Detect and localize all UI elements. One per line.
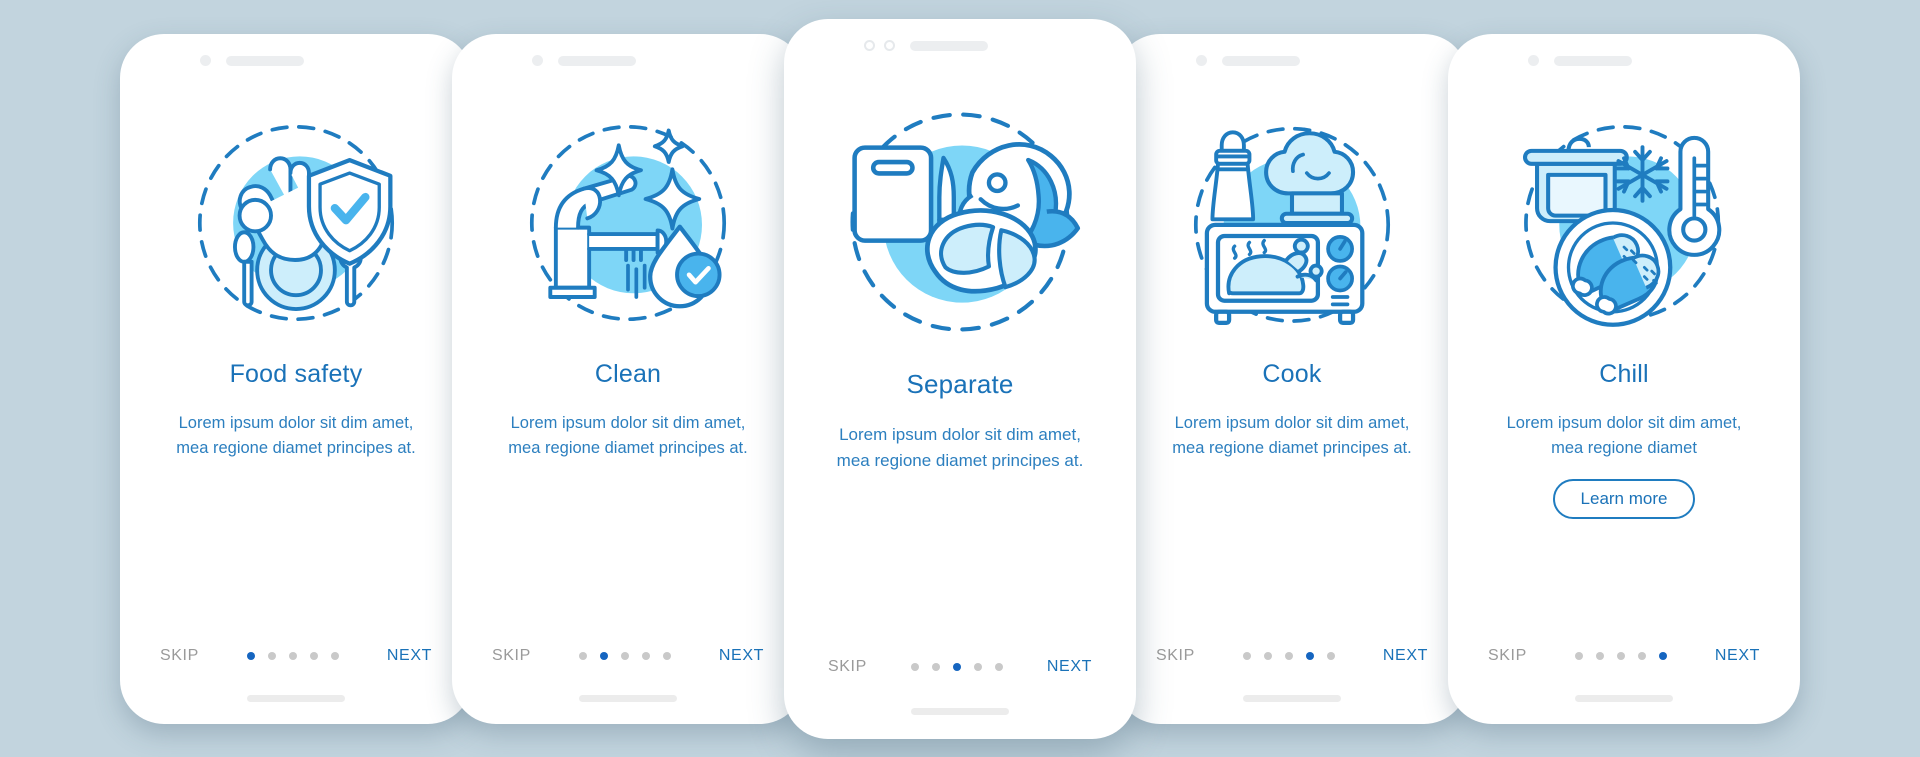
pot-snowflake-thermometer-chicken-icon <box>1523 124 1722 327</box>
sensor-icon <box>884 40 895 51</box>
card-title: Chill <box>1599 359 1649 388</box>
next-button[interactable]: NEXT <box>1383 647 1428 665</box>
card-description: Lorem ipsum dolor sit dim amet, mea regi… <box>1506 413 1742 457</box>
phone-status-notch <box>1116 34 1468 88</box>
page-dot-4[interactable] <box>641 651 650 660</box>
page-dot-4[interactable] <box>309 651 318 660</box>
onboarding-nav: SKIP NEXT <box>784 658 1136 676</box>
card-title: Separate <box>906 368 1014 399</box>
illustration-area <box>120 98 472 348</box>
page-dot-1[interactable] <box>1574 651 1583 660</box>
page-indicator-dots <box>1574 651 1667 660</box>
skip-button[interactable]: SKIP <box>1156 647 1195 665</box>
skip-button[interactable]: SKIP <box>828 658 867 676</box>
page-dot-3[interactable] <box>288 651 297 660</box>
speaker-grille-icon <box>558 55 636 66</box>
speaker-grille-icon <box>910 40 988 51</box>
skip-button[interactable]: SKIP <box>492 647 531 665</box>
page-dot-3[interactable] <box>952 662 961 671</box>
page-dot-5[interactable] <box>662 651 671 660</box>
page-dot-2[interactable] <box>267 651 276 660</box>
speaker-grille-icon <box>226 55 304 66</box>
camera-icon <box>1196 55 1207 66</box>
page-dot-5[interactable] <box>330 651 339 660</box>
card-title: Cook <box>1262 359 1322 388</box>
speaker-grille-icon <box>1222 55 1300 66</box>
page-dot-5[interactable] <box>994 662 1003 671</box>
camera-icon <box>1528 55 1539 66</box>
page-dot-1[interactable] <box>910 662 919 671</box>
page-dot-1[interactable] <box>1242 651 1251 660</box>
onboarding-card-3: Separate Lorem ipsum dolor sit dim amet, … <box>784 18 1136 739</box>
page-dot-1[interactable] <box>578 651 587 660</box>
card-title: Clean <box>594 359 662 388</box>
illustration-area <box>1116 98 1468 348</box>
phone-status-notch <box>784 19 1136 73</box>
home-indicator[interactable] <box>579 694 677 702</box>
page-indicator-dots <box>1242 651 1335 660</box>
page-dot-4[interactable] <box>1637 651 1646 660</box>
page-dot-5[interactable] <box>1326 651 1335 660</box>
phone-status-notch <box>1448 34 1800 88</box>
learn-more-button[interactable]: Learn more <box>1552 478 1696 519</box>
card-description: Lorem ipsum dolor sit dim amet, mea regi… <box>508 413 748 457</box>
onboarding-nav: SKIP NEXT <box>1116 647 1468 665</box>
onboarding-nav: SKIP NEXT <box>1448 647 1800 665</box>
page-dot-4[interactable] <box>1305 651 1314 660</box>
onboarding-screens-stage: Food safety Lorem ipsum dolor sit dim ame… <box>0 0 1920 757</box>
faucet-water-drop-sparkle-icon <box>529 124 727 321</box>
home-indicator[interactable] <box>911 707 1009 715</box>
oven-chicken-chef-hat-salt-icon <box>1193 126 1391 325</box>
page-indicator-dots <box>246 651 339 660</box>
page-dot-2[interactable] <box>1263 651 1272 660</box>
page-indicator-dots <box>578 651 671 660</box>
page-indicator-dots <box>910 662 1003 671</box>
page-dot-3[interactable] <box>620 651 629 660</box>
cutting-board-knife-fish-icon <box>850 111 1081 332</box>
page-dot-2[interactable] <box>931 662 940 671</box>
next-button[interactable]: NEXT <box>1715 647 1760 665</box>
ok-hand-shield-plate-icon <box>197 124 395 321</box>
speaker-grille-icon <box>1554 55 1632 66</box>
home-indicator[interactable] <box>1575 694 1673 702</box>
card-title: Food safety <box>229 359 363 388</box>
illustration-area <box>784 87 1136 357</box>
card-description: Lorem ipsum dolor sit dim amet, mea regi… <box>836 424 1084 470</box>
page-dot-5[interactable] <box>1658 651 1667 660</box>
phone-status-notch <box>120 34 472 88</box>
page-dot-3[interactable] <box>1616 651 1625 660</box>
phone-status-notch <box>452 34 804 88</box>
camera-icon <box>532 55 543 66</box>
next-button[interactable]: NEXT <box>1047 658 1092 676</box>
home-indicator[interactable] <box>1243 694 1341 702</box>
skip-button[interactable]: SKIP <box>160 647 199 665</box>
onboarding-card-2: Clean Lorem ipsum dolor sit dim amet, mea… <box>452 33 804 724</box>
home-indicator[interactable] <box>247 694 345 702</box>
camera-icon <box>200 55 211 66</box>
onboarding-card-1: Food safety Lorem ipsum dolor sit dim ame… <box>120 33 472 724</box>
onboarding-card-5: Chill Lorem ipsum dolor sit dim amet, mea… <box>1448 33 1800 724</box>
page-dot-4[interactable] <box>973 662 982 671</box>
camera-icon <box>864 40 875 51</box>
next-button[interactable]: NEXT <box>719 647 764 665</box>
page-dot-2[interactable] <box>599 651 608 660</box>
phone-row: Food safety Lorem ipsum dolor sit dim ame… <box>0 0 1920 757</box>
page-dot-1[interactable] <box>246 651 255 660</box>
card-description: Lorem ipsum dolor sit dim amet, mea regi… <box>176 413 416 457</box>
page-dot-3[interactable] <box>1284 651 1293 660</box>
onboarding-card-4: Cook Lorem ipsum dolor sit dim amet, mea … <box>1116 33 1468 724</box>
next-button[interactable]: NEXT <box>387 647 432 665</box>
illustration-area <box>1448 98 1800 348</box>
illustration-area <box>452 98 804 348</box>
onboarding-nav: SKIP NEXT <box>120 647 472 665</box>
skip-button[interactable]: SKIP <box>1488 647 1527 665</box>
card-description: Lorem ipsum dolor sit dim amet, mea regi… <box>1172 413 1412 457</box>
page-dot-2[interactable] <box>1595 651 1604 660</box>
onboarding-nav: SKIP NEXT <box>452 647 804 665</box>
